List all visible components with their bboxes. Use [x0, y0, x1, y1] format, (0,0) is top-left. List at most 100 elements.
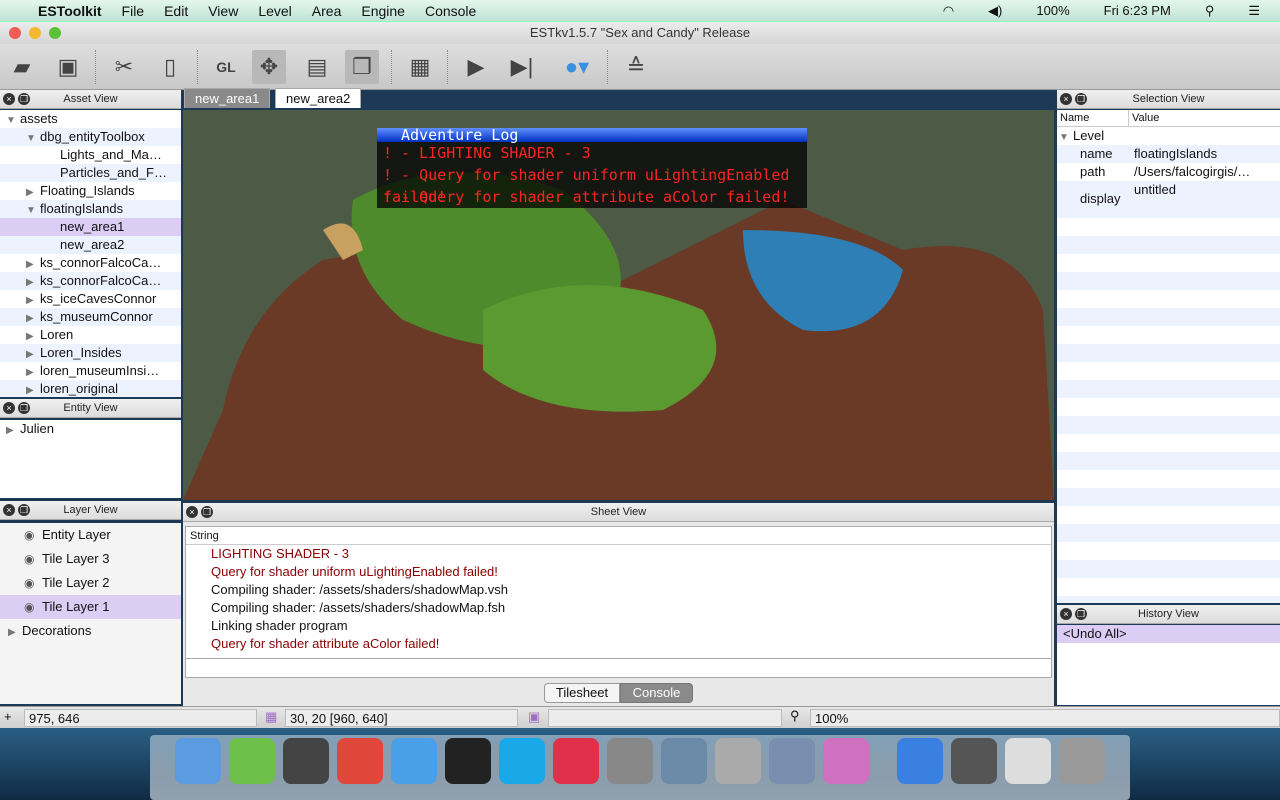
console-line[interactable]: Compiling shader: /assets/shaders/shadow…: [186, 581, 1051, 599]
image-capture-icon[interactable]: [715, 738, 761, 784]
property-row[interactable]: display untitled: [1057, 181, 1280, 208]
eye-icon[interactable]: ◉: [24, 547, 42, 571]
close-window-button[interactable]: [9, 27, 21, 39]
minimize-window-button[interactable]: [29, 27, 41, 39]
asset-item[interactable]: ▼ assets: [0, 110, 181, 128]
asset-item[interactable]: new_area2: [0, 236, 181, 254]
paste-icon[interactable]: ▯: [153, 50, 187, 84]
layer-item[interactable]: ◉ Tile Layer 2: [0, 571, 181, 595]
asset-item[interactable]: ▶ ks_connorFalcoCa…: [0, 272, 181, 290]
entity-item[interactable]: ▶ Julien: [0, 420, 181, 438]
layer-group[interactable]: ▶ Decorations: [0, 619, 181, 643]
console-line[interactable]: Query for shader uniform uLightingEnable…: [186, 563, 1051, 581]
asset-item[interactable]: ▶ Loren: [0, 326, 181, 344]
disclosure-triangle-icon[interactable]: ▶: [26, 310, 40, 326]
menu-engine[interactable]: Engine: [361, 3, 405, 19]
skype-icon[interactable]: [499, 738, 545, 784]
system-preferences-icon[interactable]: [607, 738, 653, 784]
tab-tilesheet[interactable]: Tilesheet: [544, 683, 620, 703]
asset-item[interactable]: ▶ ks_museumConnor: [0, 308, 181, 326]
asset-item[interactable]: ▶ loren_museumInsi…: [0, 362, 181, 380]
menu-edit[interactable]: Edit: [164, 3, 188, 19]
console-line[interactable]: Query for shader attribute aColor failed…: [186, 635, 1051, 653]
menu-file[interactable]: File: [122, 3, 145, 19]
asset-item[interactable]: Particles_and_F…: [0, 164, 181, 182]
sublime-text-icon[interactable]: [283, 738, 329, 784]
screen-icon[interactable]: [951, 738, 997, 784]
disclosure-triangle-icon[interactable]: ▶: [26, 364, 40, 380]
layer-list[interactable]: ◉ Entity Layer ◉ Tile Layer 3 ◉ Tile Layer …: [0, 523, 181, 704]
clock[interactable]: Fri 6:23 PM: [1104, 3, 1171, 19]
cut-icon[interactable]: ✂: [107, 50, 141, 84]
console-table[interactable]: String LIGHTING SHADER - 3 Query for shad…: [185, 526, 1052, 678]
float-icon[interactable]: ❐: [18, 504, 30, 516]
property-row[interactable]: name floatingIslands: [1057, 145, 1280, 163]
opengl-icon[interactable]: GL: [209, 50, 243, 84]
trash-icon[interactable]: [1059, 738, 1105, 784]
move-icon[interactable]: ✥: [252, 50, 286, 84]
disclosure-triangle-icon[interactable]: ▶: [26, 292, 40, 308]
disclosure-triangle-icon[interactable]: ▶: [26, 382, 40, 397]
float-icon[interactable]: ❐: [1075, 608, 1087, 620]
game-viewport[interactable]: Adventure Log ! - LIGHTING SHADER - 3 ! …: [183, 110, 1054, 500]
asset-item[interactable]: ▶ loren_original: [0, 380, 181, 397]
column-header[interactable]: String: [186, 527, 1051, 545]
asset-item[interactable]: ▶ Floating_Islands: [0, 182, 181, 200]
column-name[interactable]: Name: [1057, 110, 1129, 126]
disclosure-triangle-icon[interactable]: ▶: [26, 346, 40, 362]
tab-console[interactable]: Console: [620, 683, 693, 703]
spotlight-icon[interactable]: ⚲: [1205, 3, 1215, 19]
close-icon[interactable]: ×: [3, 93, 15, 105]
layer-item[interactable]: ◉ Entity Layer: [0, 523, 181, 547]
close-icon[interactable]: ×: [1060, 608, 1072, 620]
close-icon[interactable]: ×: [3, 504, 15, 516]
game-sprite-icon[interactable]: [823, 738, 869, 784]
tab-new-area2[interactable]: new_area2: [275, 88, 362, 108]
eye-icon[interactable]: ◉: [24, 523, 42, 547]
app-store-icon[interactable]: [897, 738, 943, 784]
open-folder-icon[interactable]: ▰: [5, 50, 39, 84]
save-icon[interactable]: ▣: [51, 50, 85, 84]
battery-status[interactable]: 100%: [1036, 3, 1069, 19]
asset-item[interactable]: new_area1: [0, 218, 181, 236]
asset-item[interactable]: ▶ ks_connorFalcoCa…: [0, 254, 181, 272]
eye-icon[interactable]: ◉: [24, 571, 42, 595]
property-table[interactable]: Name Value ▼ Level name floatingIslands pa…: [1057, 110, 1280, 603]
console-line[interactable]: Compiling shader: /assets/shaders/shadow…: [186, 599, 1051, 617]
notification-icon[interactable]: ☰: [1248, 3, 1260, 19]
history-list[interactable]: <Undo All>: [1057, 625, 1280, 705]
terminal-icon[interactable]: [445, 738, 491, 784]
float-icon[interactable]: ❐: [18, 402, 30, 414]
menu-console[interactable]: Console: [425, 3, 476, 19]
itunes-icon[interactable]: [553, 738, 599, 784]
menu-level[interactable]: Level: [258, 3, 291, 19]
disclosure-triangle-icon[interactable]: ▶: [26, 328, 40, 344]
property-group[interactable]: ▼ Level: [1057, 127, 1280, 145]
close-icon[interactable]: ×: [186, 506, 198, 518]
disclosure-triangle-icon[interactable]: ▼: [26, 202, 40, 218]
menu-area[interactable]: Area: [312, 3, 342, 19]
stack-icon[interactable]: ≙: [619, 50, 653, 84]
asset-item[interactable]: ▶ ks_iceCavesConnor: [0, 290, 181, 308]
preview-icon[interactable]: [769, 738, 815, 784]
eye-icon[interactable]: ◉: [24, 595, 42, 619]
asset-item[interactable]: Lights_and_Ma…: [0, 146, 181, 164]
tileset-icon[interactable]: ▤: [300, 50, 334, 84]
asset-item[interactable]: ▶ Loren_Insides: [0, 344, 181, 362]
close-icon[interactable]: ×: [1060, 93, 1072, 105]
console-line[interactable]: Linking shader program: [186, 617, 1051, 635]
window-icon[interactable]: ❐: [345, 50, 379, 84]
menu-app[interactable]: ESToolkit: [38, 3, 102, 19]
close-icon[interactable]: ×: [3, 402, 15, 414]
disclosure-triangle-icon[interactable]: ▶: [26, 274, 40, 290]
chrome-icon[interactable]: [337, 738, 383, 784]
wifi-icon[interactable]: ◠: [943, 3, 954, 19]
tab-new-area1[interactable]: new_area1: [184, 88, 271, 108]
disclosure-triangle-icon[interactable]: ▼: [26, 130, 40, 146]
history-item[interactable]: <Undo All>: [1057, 625, 1280, 643]
property-row[interactable]: path/Users/falcogirgis/…: [1057, 163, 1280, 181]
launcher-icon[interactable]: [1005, 738, 1051, 784]
console-line[interactable]: LIGHTING SHADER - 3: [186, 545, 1051, 563]
float-icon[interactable]: ❐: [18, 93, 30, 105]
play-icon[interactable]: ▶: [459, 50, 493, 84]
